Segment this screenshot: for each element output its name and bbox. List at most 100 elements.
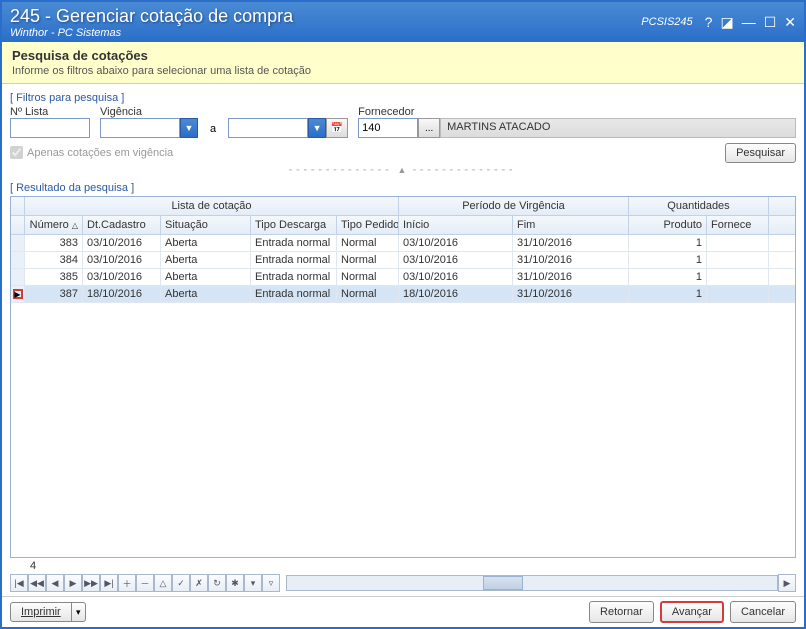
cell-fim: 31/10/2016 — [513, 235, 629, 251]
cell-forn — [707, 252, 769, 268]
scrollbar-thumb[interactable] — [483, 576, 523, 590]
sort-asc-icon — [72, 219, 78, 231]
calendar-icon[interactable]: 📅 — [326, 118, 348, 138]
minimize-icon[interactable]: — — [742, 14, 756, 30]
record-count: 4 — [10, 558, 796, 574]
cell-numero: 387 — [25, 286, 83, 302]
cell-desc: Entrada normal — [251, 269, 337, 285]
cell-ini: 03/10/2016 — [399, 269, 513, 285]
help-icon[interactable]: ? — [705, 14, 713, 30]
retornar-button[interactable]: Retornar — [589, 601, 654, 623]
cell-numero: 384 — [25, 252, 83, 268]
nav-btn-9[interactable]: ✓ — [172, 574, 190, 592]
current-row-icon: ▶ — [13, 289, 23, 299]
close-icon[interactable]: ✕ — [784, 14, 796, 31]
only-active-checkbox — [10, 146, 23, 159]
col-tipo-pedido[interactable]: Tipo Pedido — [337, 216, 399, 234]
result-group-label: [ Resultado da pesquisa ] — [10, 182, 796, 194]
cell-sit: Aberta — [161, 269, 251, 285]
cell-forn — [707, 286, 769, 302]
cell-ped: Normal — [337, 252, 399, 268]
cell-ped: Normal — [337, 286, 399, 302]
cell-ped: Normal — [337, 235, 399, 251]
col-situacao[interactable]: Situação — [161, 216, 251, 234]
grid-navigator: |◀◀◀◀▶▶▶▶|＋－△✓✗↻✱▾▿▶ — [10, 574, 796, 592]
col-group-periodo: Período de Virgência — [399, 197, 629, 215]
nav-btn-0[interactable]: |◀ — [10, 574, 28, 592]
results-grid[interactable]: Lista de cotação Período de Virgência Qu… — [10, 196, 796, 558]
table-row[interactable]: 38403/10/2016AbertaEntrada normalNormal0… — [11, 252, 795, 269]
imprimir-button[interactable]: Imprimir — [10, 602, 72, 622]
avancar-button[interactable]: Avançar — [660, 601, 724, 623]
row-selector[interactable] — [11, 269, 25, 285]
col-produto[interactable]: Produto — [629, 216, 707, 234]
banner-heading: Pesquisa de cotações — [12, 48, 794, 63]
nav-btn-7[interactable]: － — [136, 574, 154, 592]
fornecedor-lookup-button[interactable]: ... — [418, 118, 440, 138]
vigencia-from-input[interactable] — [100, 118, 180, 138]
col-numero[interactable]: Número — [25, 216, 83, 234]
nav-btn-13[interactable]: ▾ — [244, 574, 262, 592]
cell-ini: 03/10/2016 — [399, 252, 513, 268]
cell-prod: 1 — [629, 269, 707, 285]
table-row[interactable]: 38503/10/2016AbertaEntrada normalNormal0… — [11, 269, 795, 286]
titlebar: 245 - Gerenciar cotação de compra Wintho… — [2, 2, 804, 42]
nav-btn-14[interactable]: ▿ — [262, 574, 280, 592]
n-lista-input[interactable] — [10, 118, 90, 138]
vigencia-a-label: a — [208, 120, 218, 138]
row-selector[interactable]: ▶ — [11, 286, 25, 302]
imprimir-splitbutton[interactable]: Imprimir ▾ — [10, 602, 86, 622]
cell-dt: 18/10/2016 — [83, 286, 161, 302]
cell-numero: 385 — [25, 269, 83, 285]
vigencia-to-dropdown-icon[interactable]: ▼ — [308, 118, 326, 138]
only-active-label: Apenas cotações em vigência — [27, 147, 173, 159]
cell-desc: Entrada normal — [251, 252, 337, 268]
imprimir-dropdown-icon[interactable]: ▾ — [72, 602, 86, 622]
row-selector[interactable] — [11, 235, 25, 251]
nav-btn-10[interactable]: ✗ — [190, 574, 208, 592]
vigencia-from-dropdown-icon[interactable]: ▼ — [180, 118, 198, 138]
cell-forn — [707, 269, 769, 285]
banner-subtext: Informe os filtros abaixo para seleciona… — [12, 65, 794, 77]
nav-btn-1[interactable]: ◀◀ — [28, 574, 46, 592]
cell-prod: 1 — [629, 235, 707, 251]
cell-numero: 383 — [25, 235, 83, 251]
row-selector[interactable] — [11, 252, 25, 268]
filter-group-label: [ Filtros para pesquisa ] — [10, 92, 796, 104]
pesquisar-button[interactable]: Pesquisar — [725, 143, 796, 163]
nav-btn-3[interactable]: ▶ — [64, 574, 82, 592]
fornecedor-label: Fornecedor — [358, 106, 796, 118]
n-lista-label: Nº Lista — [10, 106, 90, 118]
nav-btn-8[interactable]: △ — [154, 574, 172, 592]
cell-dt: 03/10/2016 — [83, 252, 161, 268]
vigencia-to-input[interactable] — [228, 118, 308, 138]
col-fornecedor[interactable]: Fornece — [707, 216, 769, 234]
scroll-right-icon[interactable]: ▶ — [778, 574, 796, 592]
cell-prod: 1 — [629, 252, 707, 268]
table-row[interactable]: 38303/10/2016AbertaEntrada normalNormal0… — [11, 235, 795, 252]
table-row[interactable]: ▶38718/10/2016AbertaEntrada normalNormal… — [11, 286, 795, 303]
nav-btn-12[interactable]: ✱ — [226, 574, 244, 592]
nav-btn-11[interactable]: ↻ — [208, 574, 226, 592]
nav-btn-2[interactable]: ◀ — [46, 574, 64, 592]
fornecedor-code-input[interactable] — [358, 118, 418, 138]
col-tipo-descarga[interactable]: Tipo Descarga — [251, 216, 337, 234]
cell-dt: 03/10/2016 — [83, 235, 161, 251]
horizontal-scrollbar[interactable] — [286, 575, 778, 591]
maximize-icon[interactable]: ☐ — [764, 14, 777, 31]
window-subtitle: Winthor - PC Sistemas — [10, 27, 641, 39]
cell-ini: 03/10/2016 — [399, 235, 513, 251]
nav-btn-5[interactable]: ▶| — [100, 574, 118, 592]
col-fim[interactable]: Fim — [513, 216, 629, 234]
section-collapse-handle[interactable]: ╴╴╴╴╴╴╴╴╴╴╴╴╴╴ ▲ ╴╴╴╴╴╴╴╴╴╴╴╴╴╴ — [10, 165, 796, 176]
edit-icon[interactable]: ◪ — [720, 14, 733, 31]
cell-sit: Aberta — [161, 252, 251, 268]
cancelar-button[interactable]: Cancelar — [730, 601, 796, 623]
nav-btn-4[interactable]: ▶▶ — [82, 574, 100, 592]
fornecedor-name-display: MARTINS ATACADO — [440, 118, 796, 138]
col-inicio[interactable]: Início — [399, 216, 513, 234]
window-title: 245 - Gerenciar cotação de compra — [10, 6, 641, 27]
col-dtcadastro[interactable]: Dt.Cadastro — [83, 216, 161, 234]
nav-btn-6[interactable]: ＋ — [118, 574, 136, 592]
app-id-label: PCSIS245 — [641, 16, 692, 28]
